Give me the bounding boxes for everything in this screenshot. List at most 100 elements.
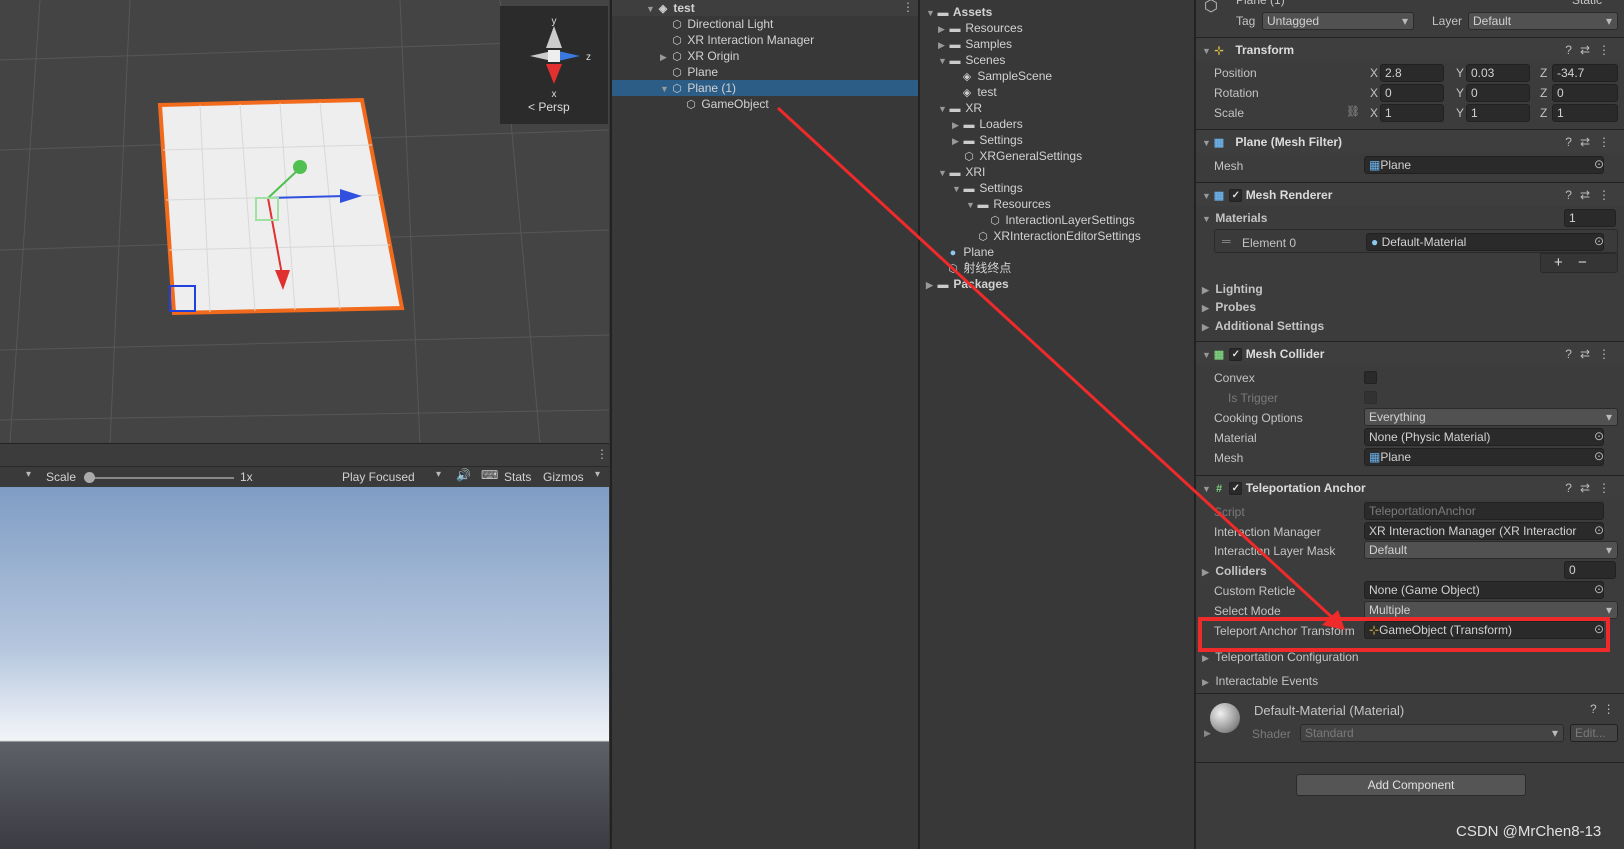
keyboard-icon[interactable]: ⌨	[481, 468, 498, 482]
project-folder[interactable]: ▼ ▬ Scenes	[938, 52, 1005, 68]
physic-material-field[interactable]: None (Physic Material)	[1364, 428, 1604, 446]
layer-dropdown[interactable]: Default	[1468, 12, 1618, 30]
scale-x-field[interactable]: 1	[1380, 104, 1444, 122]
position-y-field[interactable]: 0.03	[1466, 64, 1530, 82]
project-folder[interactable]: ▶ ▬ Loaders	[952, 116, 1023, 132]
mute-audio-icon[interactable]: 🔊	[456, 468, 471, 482]
project-asset[interactable]: ⬡ XRGeneralSettings	[962, 148, 1082, 164]
object-picker-icon[interactable]: ⊙	[1594, 157, 1604, 171]
project-folder[interactable]: ▼ ▬ Assets	[926, 4, 992, 20]
add-component-button[interactable]: Add Component	[1296, 774, 1526, 796]
mesh-collider-enabled-checkbox[interactable]: ✓	[1229, 348, 1243, 362]
hierarchy-item[interactable]: ▶ ⬡ XR Origin	[660, 48, 739, 64]
shader-edit-button[interactable]: Edit...	[1570, 724, 1618, 742]
project-asset[interactable]: ⬡ 射线终点	[946, 260, 1011, 276]
scale-slider-handle[interactable]	[84, 472, 95, 483]
project-asset[interactable]: ◈ SampleScene	[960, 68, 1052, 84]
additional-settings-foldout[interactable]: ▶ Additional Settings	[1202, 318, 1324, 335]
interactable-events-foldout[interactable]: ▶ Interactable Events	[1202, 673, 1318, 690]
element0-field[interactable]: ● Default-Material	[1366, 233, 1604, 251]
object-picker-icon[interactable]: ⊙	[1594, 582, 1604, 596]
collapse-arrow-icon[interactable]: ▶	[660, 49, 670, 65]
project-asset[interactable]: ⬡ InteractionLayerSettings	[988, 212, 1135, 228]
scale-y-field[interactable]: 1	[1466, 104, 1530, 122]
position-x-field[interactable]: 2.8	[1380, 64, 1444, 82]
cooking-options-dropdown[interactable]: Everything	[1364, 408, 1618, 426]
hierarchy-item[interactable]: ⬡ Plane	[670, 64, 718, 80]
transform-header[interactable]: ▼ ⊹ Transform ?⇄⋮	[1196, 37, 1624, 61]
object-name[interactable]: Plane (1)	[1236, 0, 1285, 8]
probes-foldout[interactable]: ▶ Probes	[1202, 299, 1256, 316]
project-folder[interactable]: ▶ ▬ Packages	[926, 276, 1009, 292]
mesh-filter-header[interactable]: ▼ ▦ Plane (Mesh Filter) ?⇄⋮	[1196, 129, 1624, 153]
project-folder[interactable]: ▶ ▬ Samples	[938, 36, 1012, 52]
constrain-proportions-icon[interactable]: ⛓	[1346, 105, 1360, 118]
custom-reticle-field[interactable]: None (Game Object)	[1364, 581, 1604, 599]
project-folder[interactable]: ▼ ▬ Settings	[952, 180, 1023, 196]
add-element-button[interactable]: +	[1554, 254, 1563, 271]
project-folder[interactable]: ▼ ▬ XRI	[938, 164, 985, 180]
object-picker-icon[interactable]: ⊙	[1594, 234, 1604, 248]
scene-view[interactable]: y z x < Persp	[0, 0, 609, 443]
convex-checkbox[interactable]	[1364, 371, 1377, 384]
mesh-renderer-enabled-checkbox[interactable]: ✓	[1229, 189, 1243, 203]
tag-dropdown[interactable]: Untagged	[1262, 12, 1414, 30]
remove-element-button[interactable]: −	[1578, 254, 1587, 271]
lighting-foldout[interactable]: ▶ Lighting	[1202, 281, 1263, 298]
project-folder[interactable]: ▼ ▬ Resources	[966, 196, 1051, 212]
scale-slider-track[interactable]	[88, 477, 234, 479]
expand-arrow-icon[interactable]: ▼	[660, 81, 670, 97]
position-z-field[interactable]: -34.7	[1552, 64, 1618, 82]
object-picker-icon[interactable]: ⊙	[1594, 449, 1604, 463]
materials-count[interactable]: 1	[1564, 209, 1616, 227]
shader-dropdown[interactable]: Standard	[1300, 724, 1564, 742]
rotation-z-field[interactable]: 0	[1552, 84, 1618, 102]
hierarchy-item[interactable]: ⬡ XR Interaction Manager	[670, 32, 814, 48]
play-focused-dropdown[interactable]: Play Focused	[342, 470, 415, 484]
hierarchy-item[interactable]: ⬡ GameObject	[684, 96, 769, 112]
mesh-collider-header[interactable]: ▼ ▦ ✓ Mesh Collider ?⇄⋮	[1196, 341, 1624, 365]
rotation-y-field[interactable]: 0	[1466, 84, 1530, 102]
collider-mesh-field[interactable]: ▦Plane	[1364, 448, 1604, 466]
drag-handle-icon[interactable]: ═	[1222, 234, 1231, 248]
hierarchy-item[interactable]: ⬡ Directional Light	[670, 16, 773, 32]
is-trigger-checkbox[interactable]	[1364, 391, 1377, 404]
chevron-down-icon[interactable]: ▾	[436, 469, 441, 480]
teleport-anchor-enabled-checkbox[interactable]: ✓	[1229, 482, 1243, 496]
colliders-foldout[interactable]: ▶ Colliders	[1202, 563, 1267, 580]
colliders-count[interactable]: 0	[1564, 561, 1616, 579]
project-folder[interactable]: ▶ ▬ Settings	[952, 132, 1023, 148]
materials-foldout[interactable]: ▼ Materials	[1202, 210, 1267, 227]
project-folder[interactable]: ▼ ▬ XR	[938, 100, 982, 116]
object-picker-icon[interactable]: ⊙	[1594, 523, 1604, 537]
project-folder[interactable]: ▶ ▬ Resources	[938, 20, 1023, 36]
hierarchy-item-label: Plane (1)	[687, 81, 737, 95]
scale-z-field[interactable]: 1	[1552, 104, 1618, 122]
rotation-x-field[interactable]: 0	[1380, 84, 1444, 102]
stats-button[interactable]: Stats	[504, 470, 531, 484]
expand-arrow-icon[interactable]: ▶	[1204, 728, 1211, 739]
mesh-field[interactable]: ▦Plane	[1364, 156, 1604, 174]
mesh-renderer-header[interactable]: ▼ ▦ ✓ Mesh Renderer ?⇄⋮	[1196, 182, 1624, 206]
gizmos-button[interactable]: Gizmos	[543, 470, 584, 484]
scene-root[interactable]: ▼ ◈ test	[646, 0, 695, 16]
interaction-manager-field[interactable]: XR Interaction Manager (XR Interactior	[1364, 522, 1604, 540]
persp-label[interactable]: < Persp	[528, 100, 570, 114]
more-menu-icon[interactable]: ⋮	[596, 447, 608, 461]
project-asset[interactable]: ⬡ XRInteractionEditorSettings	[976, 228, 1141, 244]
scene-orientation-gizmo[interactable]: y z x < Persp	[500, 6, 608, 124]
component-header-icons[interactable]: ?⇄⋮	[1565, 38, 1618, 62]
gizmos-dropdown-icon[interactable]: ▾	[595, 469, 600, 480]
display-dropdown-icon[interactable]: ▾	[26, 469, 31, 480]
scene-more-icon[interactable]: ⋮	[902, 0, 914, 14]
object-picker-icon[interactable]: ⊙	[1594, 429, 1604, 443]
teleportation-anchor-header[interactable]: ▼ # ✓ Teleportation Anchor ?⇄⋮	[1196, 475, 1624, 499]
interaction-layer-mask-dropdown[interactable]: Default	[1364, 541, 1618, 559]
project-asset[interactable]: ◈ test	[960, 84, 997, 100]
project-asset[interactable]: ● Plane	[946, 244, 994, 260]
material-header-icons[interactable]: ?⋮	[1590, 702, 1621, 716]
hierarchy-item-selected[interactable]: ▼ ⬡ Plane (1)	[612, 80, 918, 96]
expand-arrow-icon[interactable]: ▼	[646, 1, 656, 17]
game-view[interactable]	[0, 487, 609, 849]
static-label[interactable]: Static	[1572, 0, 1602, 8]
